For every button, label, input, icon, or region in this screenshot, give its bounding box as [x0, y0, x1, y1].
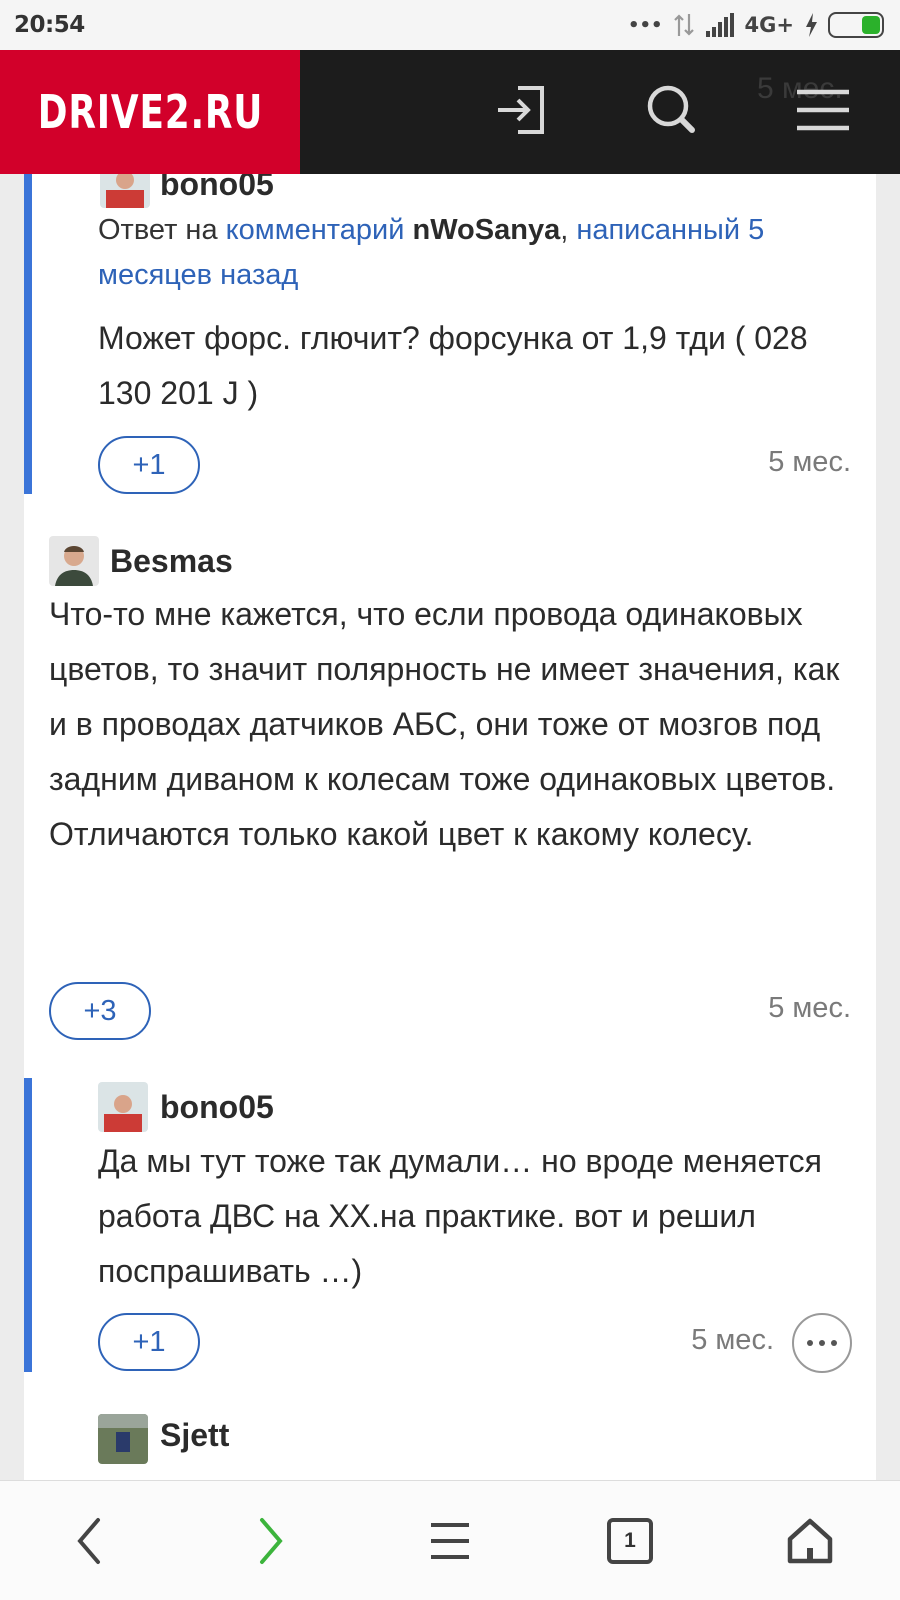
- comment-text: Может форс. глючит? форсунка от 1,9 тди …: [98, 320, 808, 411]
- reply-reference: Ответ на комментарий nWoSanya, написанны…: [98, 208, 838, 298]
- comment-author[interactable]: Sjett: [160, 1417, 229, 1454]
- signal-icon: [705, 13, 734, 37]
- menu-button[interactable]: [418, 1509, 482, 1573]
- avatar[interactable]: [49, 536, 99, 586]
- tab-count: 1: [624, 1529, 636, 1552]
- charging-icon: [806, 13, 817, 37]
- vote-button[interactable]: +1: [98, 436, 200, 494]
- avatar-besmas-icon: [49, 536, 99, 586]
- site-header: 5 мес. DRIVE2.RU: [0, 50, 900, 174]
- login-icon[interactable]: [494, 80, 554, 140]
- home-icon: [787, 1518, 833, 1564]
- home-button[interactable]: [778, 1509, 842, 1573]
- reply-separator: ,: [560, 214, 577, 246]
- search-icon[interactable]: [642, 80, 702, 140]
- comment-author[interactable]: Besmas: [110, 543, 233, 580]
- hamburger-icon: [431, 1523, 469, 1559]
- comment-time[interactable]: 5 мес.: [691, 1324, 774, 1357]
- data-transfer-icon: [673, 14, 694, 36]
- logo-text: DRIVE2.RU: [37, 85, 263, 139]
- vote-button[interactable]: +1: [98, 1313, 200, 1371]
- comment-time[interactable]: 5 мес.: [768, 446, 851, 479]
- avatar[interactable]: [100, 174, 150, 208]
- reply-thread-indicator: [24, 1078, 32, 1372]
- dot-icon: [819, 1340, 825, 1346]
- reply-user-link[interactable]: nWoSanya: [412, 214, 560, 246]
- reply-prefix: Ответ на: [98, 214, 226, 246]
- reply-comment-link[interactable]: комментарий: [226, 214, 405, 246]
- back-arrow-icon: [77, 1518, 100, 1564]
- more-options-button[interactable]: [792, 1313, 852, 1373]
- avatar-bono05-icon: [100, 174, 150, 208]
- notification-dots-icon: •••: [628, 14, 663, 36]
- reply-thread-indicator: [24, 174, 32, 494]
- site-logo[interactable]: DRIVE2.RU: [0, 50, 300, 174]
- forward-arrow-icon: [260, 1518, 283, 1564]
- battery-icon: [828, 12, 884, 38]
- vote-button[interactable]: +3: [49, 982, 151, 1040]
- avatar-bono05-icon: [98, 1082, 148, 1132]
- dot-icon: [807, 1340, 813, 1346]
- comment-author[interactable]: bono05: [160, 174, 274, 203]
- back-button[interactable]: [58, 1509, 122, 1573]
- status-bar: 20:54 ••• 4G+: [0, 0, 900, 50]
- avatar[interactable]: [98, 1414, 148, 1464]
- comment-text: Что-то мне кажется, что если провода оди…: [49, 596, 840, 852]
- avatar-sjett-icon: [98, 1414, 148, 1464]
- browser-bottom-bar: 1: [0, 1480, 900, 1600]
- comment-author[interactable]: bono05: [160, 1089, 274, 1126]
- comment-time[interactable]: 5 мес.: [768, 992, 851, 1025]
- comment-text: Да мы тут тоже так думали… но вроде меня…: [98, 1143, 822, 1289]
- menu-icon[interactable]: [793, 80, 853, 140]
- comments-list: bono05 Ответ на комментарий nWoSanya, на…: [24, 174, 876, 1480]
- tabs-button[interactable]: 1: [598, 1509, 662, 1573]
- network-type: 4G+: [744, 13, 794, 37]
- forward-button[interactable]: [238, 1509, 302, 1573]
- dot-icon: [831, 1340, 837, 1346]
- status-indicators: ••• 4G+: [628, 10, 884, 40]
- status-time: 20:54: [14, 12, 85, 38]
- avatar[interactable]: [98, 1082, 148, 1132]
